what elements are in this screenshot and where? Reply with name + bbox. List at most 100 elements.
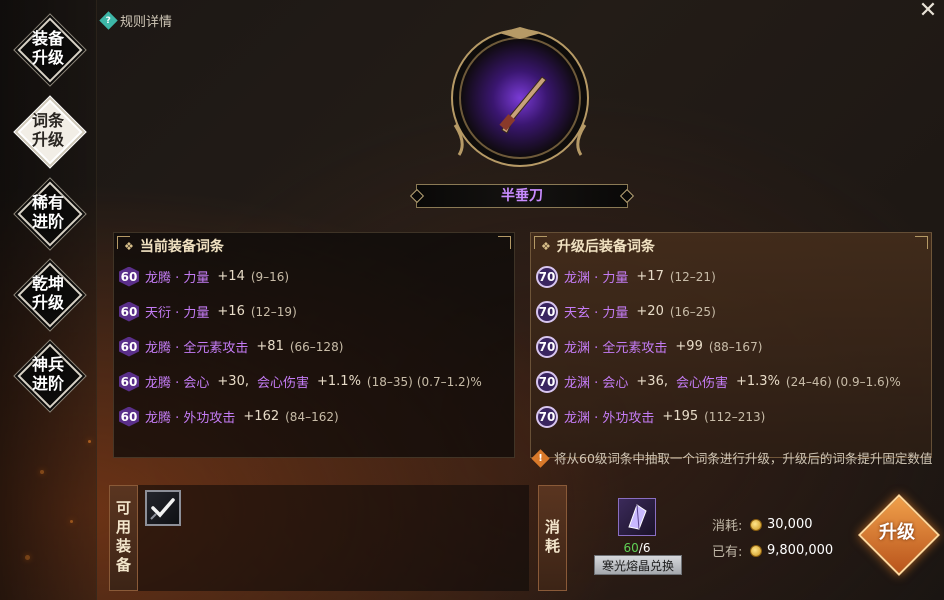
affix-value: +17 [636,269,664,284]
sidebar-item-label: 装备 升级 [31,29,64,67]
sidebar: 装备 升级 词条 升级 稀有 进阶 乾坤 升级 神兵 进阶 [0,0,97,600]
exchange-button[interactable]: 寒光熔晶兑换 [594,555,682,575]
coin-icon [750,518,762,531]
equipment-slot[interactable] [145,490,181,526]
affix-range: (112–213) [704,409,766,424]
affix-row: 60 龙腾 · 会心 +30, 会心伤害 +1.1% (18–35) (0.7–1.2)% [114,364,514,399]
affix-value: +20 [636,304,664,319]
affix-name: 龙渊 · 全元素攻击 [564,341,668,356]
material-icon[interactable] [618,498,656,536]
affix-crit-name: 会心伤害 [256,376,309,391]
affix-row: 60 天衍 · 力量 +16 (12–19) [114,294,514,329]
ornate-frame-icon [451,27,589,167]
affix-row: 70 龙渊 · 全元素攻击 +99 (88–167) [531,329,931,364]
level-badge: 70 [536,370,558,393]
consume-tab: 消耗 [538,485,567,591]
panel-corner [498,236,511,249]
affix-range: (9–16) [250,269,290,284]
sidebar-item-qiankun-upgrade[interactable]: 乾坤 升级 [17,262,83,328]
available-equipment-area: 可用装备 [109,485,529,591]
note-text: 将从60级词条中抽取一个词条进行升级，升级后的词条提升固定数值 [554,451,933,466]
current-affix-panel: ❖ 当前装备词条 60 龙腾 · 力量 +14 (9–16) 60 天衍 · 力量 +16 (1… [113,232,515,458]
affix-range: (12–21) [669,269,716,284]
affix-crit-value: +1.1% [317,374,361,389]
affix-value: +36, [636,374,668,389]
sidebar-item-label: 神兵 进阶 [31,355,64,393]
affix-value: +195 [662,409,699,424]
affix-range-secondary: (0.7–1.2)% [416,374,482,389]
affix-value: +16 [217,304,245,319]
panel-header: ❖ 升级后装备词条 [531,233,931,259]
panel-header: ❖ 当前装备词条 [114,233,514,259]
level-badge: 60 [119,301,139,322]
affix-value: +99 [675,339,703,354]
affix-range-secondary: (0.9–1.6)% [835,374,901,389]
coin-icon [750,544,762,557]
affix-range: (88–167) [708,339,763,354]
level-badge: 70 [536,300,558,323]
affix-range: (18–35) [366,374,413,389]
upgraded-affix-title: 升级后装备词条 [556,239,655,255]
item-emblem [447,25,593,171]
affix-row: 60 龙腾 · 全元素攻击 +81 (66–128) [114,329,514,364]
level-badge: 70 [536,335,558,358]
affix-row: 60 龙腾 · 外功攻击 +162 (84–162) [114,399,514,434]
close-icon[interactable]: ✕ [916,0,940,24]
checkmark-icon [150,498,175,520]
affix-value: +162 [243,409,280,424]
affix-range: (66–128) [289,339,344,354]
affix-name: 天玄 · 力量 [564,306,629,321]
affix-range: (84–162) [285,409,339,424]
affix-range: (12–19) [250,304,297,319]
upgrade-note: ! 将从60级词条中抽取一个词条进行升级，升级后的词条提升固定数值 [531,449,944,468]
warning-icon: ! [531,449,550,468]
panel-corner [915,236,928,249]
panel-corner [534,236,547,249]
material-count: 60/6 [623,541,651,555]
rules-detail-link[interactable]: ? 规则详情 [99,11,173,30]
affix-name: 龙渊 · 会心 [564,376,629,391]
sidebar-item-label: 乾坤 升级 [31,274,64,312]
affix-value: +14 [217,269,245,284]
current-affix-title: 当前装备词条 [139,239,224,255]
affix-value: +30, [217,374,249,389]
cost-line: 消耗: 30,000 [712,515,813,534]
sidebar-item-label: 词条 升级 [31,111,64,149]
level-badge: 70 [536,405,558,428]
affix-name: 龙腾 · 全元素攻击 [145,341,249,356]
affix-name: 龙腾 · 会心 [145,376,210,391]
affix-row: 70 龙渊 · 外功攻击 +195 (112–213) [531,399,931,434]
owned-line: 已有: 9,800,000 [712,541,833,560]
affix-value: +81 [256,339,284,354]
sidebar-item-label: 稀有 进阶 [31,193,64,231]
owned-label: 已有: [712,545,743,560]
cost-value: 30,000 [767,517,813,532]
sidebar-item-affix-upgrade[interactable]: 词条 升级 [17,99,83,165]
cost-label: 消耗: [712,519,743,534]
owned-value: 9,800,000 [767,543,834,558]
affix-name: 龙腾 · 外功攻击 [145,411,236,426]
rules-detail-label: 规则详情 [120,15,173,30]
sidebar-item-divine-weapon-advance[interactable]: 神兵 进阶 [17,343,83,409]
question-icon: ? [99,11,118,30]
affix-row: 70 天玄 · 力量 +20 (16–25) [531,294,931,329]
panel-corner [117,236,130,249]
level-badge: 60 [119,406,139,427]
upgrade-button-label: 升级 [879,522,915,543]
affix-name: 龙腾 · 力量 [145,271,210,286]
level-badge: 60 [119,336,139,357]
sidebar-item-rare-advance[interactable]: 稀有 进阶 [17,181,83,247]
upgrade-button[interactable]: 升级 [857,493,941,577]
affix-row: 70 龙渊 · 会心 +36, 会心伤害 +1.3% (24–46) (0.9–1.6)% [531,364,931,399]
affix-crit-name: 会心伤害 [675,376,728,391]
affix-range: (24–46) [785,374,832,389]
crystal-icon [628,504,647,530]
item-name: 半垂刀 [416,184,628,208]
available-equipment-tab[interactable]: 可用装备 [109,485,138,591]
sidebar-item-equipment-upgrade[interactable]: 装备 升级 [17,17,83,83]
affix-name: 龙渊 · 外功攻击 [564,411,655,426]
affix-row: 60 龙腾 · 力量 +14 (9–16) [114,259,514,294]
upgraded-affix-panel: ❖ 升级后装备词条 70 龙渊 · 力量 +17 (12–21) 70 天玄 · 力量 +20… [530,232,932,458]
affix-range: (16–25) [669,304,716,319]
affix-row: 70 龙渊 · 力量 +17 (12–21) [531,259,931,294]
